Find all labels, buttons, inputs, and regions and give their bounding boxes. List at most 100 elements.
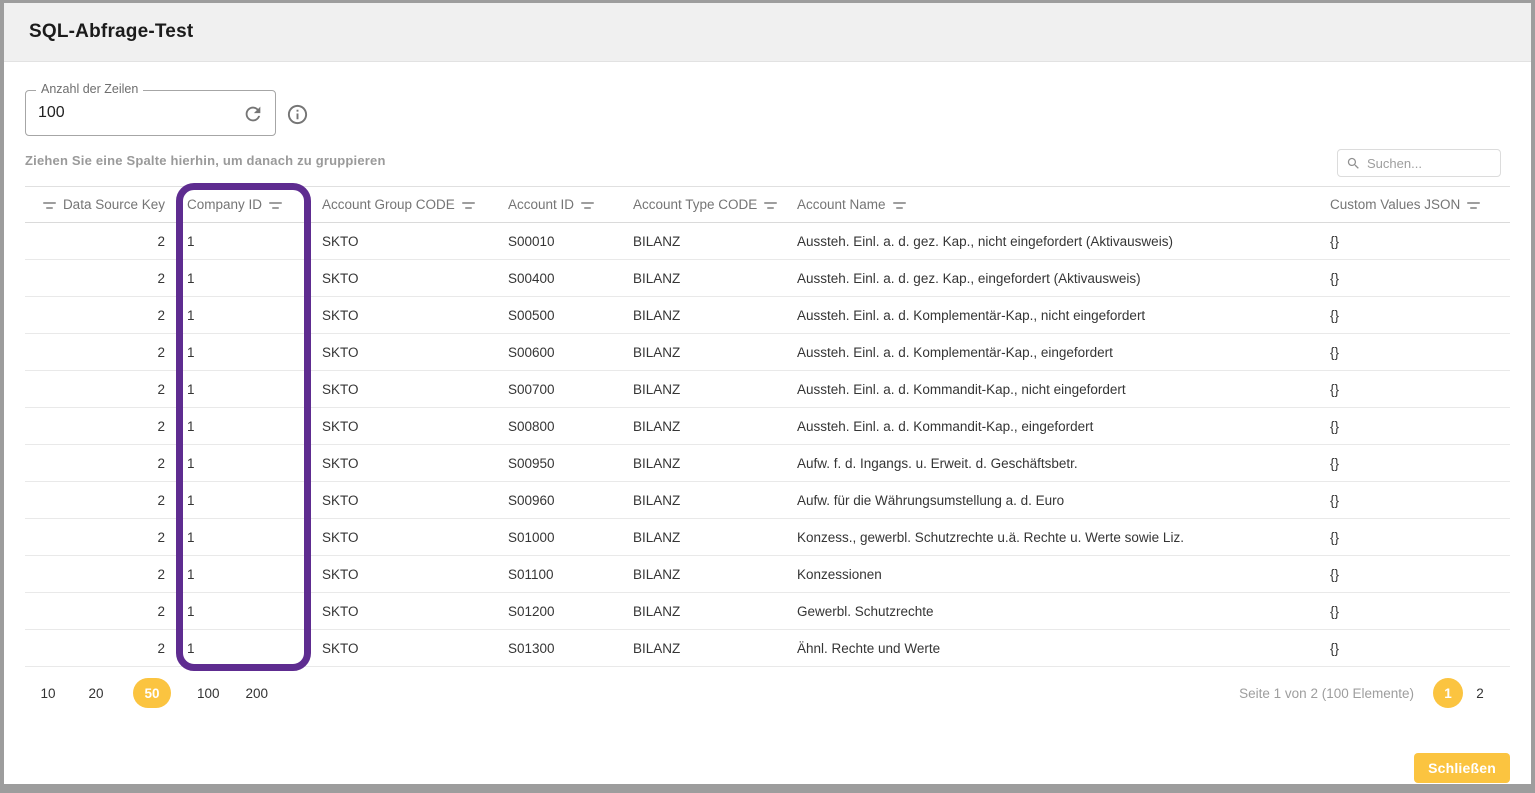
table-row[interactable]: 21SKTOS00600BILANZAussteh. Einl. a. d. K… — [25, 334, 1510, 371]
column-header-label: Account Type CODE — [633, 197, 757, 212]
cell-accountTypeCode: BILANZ — [622, 223, 786, 259]
cell-accountGroupCode: SKTO — [311, 334, 497, 370]
cell-customValuesJson: {} — [1319, 334, 1510, 370]
cell-accountId: S01000 — [497, 519, 622, 555]
info-icon[interactable] — [285, 102, 309, 126]
cell-accountTypeCode: BILANZ — [622, 260, 786, 296]
table-row[interactable]: 21SKTOS00010BILANZAussteh. Einl. a. d. g… — [25, 223, 1510, 260]
page-size-option-200[interactable]: 200 — [246, 678, 269, 708]
cell-accountTypeCode: BILANZ — [622, 630, 786, 666]
column-header-companyId[interactable]: Company ID — [176, 187, 311, 222]
cell-dataSourceKey: 2 — [25, 482, 176, 518]
column-header-dataSourceKey[interactable]: Data Source Key — [25, 187, 176, 222]
cell-customValuesJson: {} — [1319, 630, 1510, 666]
column-header-accountTypeCode[interactable]: Account Type CODE — [622, 187, 786, 222]
cell-accountId: S00600 — [497, 334, 622, 370]
close-button[interactable]: Schließen — [1414, 753, 1510, 783]
cell-accountGroupCode: SKTO — [311, 371, 497, 407]
cell-dataSourceKey: 2 — [25, 593, 176, 629]
cell-customValuesJson: {} — [1319, 556, 1510, 592]
table-row[interactable]: 21SKTOS01000BILANZKonzess., gewerbl. Sch… — [25, 519, 1510, 556]
title-bar: SQL-Abfrage-Test — [4, 3, 1531, 62]
column-header-label: Account Name — [797, 197, 886, 212]
page-numbers: 12 — [1431, 678, 1495, 708]
table-row[interactable]: 21SKTOS00500BILANZAussteh. Einl. a. d. K… — [25, 297, 1510, 334]
page-size-option-10[interactable]: 10 — [37, 678, 59, 708]
cell-customValuesJson: {} — [1319, 371, 1510, 407]
column-header-label: Account Group CODE — [322, 197, 455, 212]
table-row[interactable]: 21SKTOS01200BILANZGewerbl. Schutzrechte{… — [25, 593, 1510, 630]
table-row[interactable]: 21SKTOS00960BILANZAufw. für die Währungs… — [25, 482, 1510, 519]
cell-accountName: Aufw. für die Währungsumstellung a. d. E… — [786, 482, 1319, 518]
cell-companyId: 1 — [176, 371, 311, 407]
filter-icon[interactable] — [581, 200, 594, 209]
column-header-label: Account ID — [508, 197, 574, 212]
table-row[interactable]: 21SKTOS00400BILANZAussteh. Einl. a. d. g… — [25, 260, 1510, 297]
cell-dataSourceKey: 2 — [25, 223, 176, 259]
pager: Seite 1 von 2 (100 Elemente) 12 — [1239, 678, 1495, 708]
table-row[interactable]: 21SKTOS01100BILANZKonzessionen{} — [25, 556, 1510, 593]
dialog-window: SQL-Abfrage-Test Anzahl der Zeilen Ziehe… — [4, 3, 1531, 784]
table-row[interactable]: 21SKTOS00950BILANZAufw. f. d. Ingangs. u… — [25, 445, 1510, 482]
column-header-accountGroupCode[interactable]: Account Group CODE — [311, 187, 497, 222]
filter-icon[interactable] — [893, 200, 906, 209]
row-count-input[interactable] — [26, 104, 226, 122]
cell-accountId: S00950 — [497, 445, 622, 481]
cell-dataSourceKey: 2 — [25, 297, 176, 333]
cell-companyId: 1 — [176, 630, 311, 666]
cell-accountGroupCode: SKTO — [311, 223, 497, 259]
cell-companyId: 1 — [176, 408, 311, 444]
cell-accountGroupCode: SKTO — [311, 445, 497, 481]
page-size-option-20[interactable]: 20 — [85, 678, 107, 708]
row-count-field[interactable]: Anzahl der Zeilen — [25, 90, 276, 136]
filter-icon[interactable] — [764, 200, 777, 209]
cell-accountTypeCode: BILANZ — [622, 297, 786, 333]
cell-accountGroupCode: SKTO — [311, 297, 497, 333]
cell-companyId: 1 — [176, 334, 311, 370]
cell-customValuesJson: {} — [1319, 482, 1510, 518]
filter-icon[interactable] — [1467, 200, 1480, 209]
cell-accountTypeCode: BILANZ — [622, 482, 786, 518]
page-size-option-100[interactable]: 100 — [197, 678, 220, 708]
filter-icon[interactable] — [269, 200, 282, 209]
search-box[interactable] — [1337, 149, 1501, 177]
cell-companyId: 1 — [176, 482, 311, 518]
data-grid: Data Source KeyCompany ID Account Group C… — [25, 186, 1510, 667]
cell-accountGroupCode: SKTO — [311, 593, 497, 629]
cell-accountName: Aussteh. Einl. a. d. Kommandit-Kap., nic… — [786, 371, 1319, 407]
cell-dataSourceKey: 2 — [25, 630, 176, 666]
page-number-1[interactable]: 1 — [1433, 678, 1463, 708]
cell-dataSourceKey: 2 — [25, 519, 176, 555]
column-header-accountId[interactable]: Account ID — [497, 187, 622, 222]
cell-companyId: 1 — [176, 593, 311, 629]
cell-companyId: 1 — [176, 556, 311, 592]
cell-accountId: S00500 — [497, 297, 622, 333]
page-size-option-50[interactable]: 50 — [133, 678, 171, 708]
filter-icon[interactable] — [43, 200, 56, 209]
cell-companyId: 1 — [176, 223, 311, 259]
refresh-icon[interactable] — [241, 102, 265, 126]
cell-accountName: Aussteh. Einl. a. d. Komplementär-Kap., … — [786, 334, 1319, 370]
table-row[interactable]: 21SKTOS00800BILANZAussteh. Einl. a. d. K… — [25, 408, 1510, 445]
column-header-customValuesJson[interactable]: Custom Values JSON — [1319, 187, 1510, 222]
cell-accountId: S01200 — [497, 593, 622, 629]
column-header-accountName[interactable]: Account Name — [786, 187, 1319, 222]
cell-dataSourceKey: 2 — [25, 334, 176, 370]
cell-accountName: Konzessionen — [786, 556, 1319, 592]
cell-accountGroupCode: SKTO — [311, 482, 497, 518]
cell-accountGroupCode: SKTO — [311, 260, 497, 296]
page-title: SQL-Abfrage-Test — [29, 21, 193, 43]
table-row[interactable]: 21SKTOS00700BILANZAussteh. Einl. a. d. K… — [25, 371, 1510, 408]
cell-customValuesJson: {} — [1319, 223, 1510, 259]
table-row[interactable]: 21SKTOS01300BILANZÄhnl. Rechte und Werte… — [25, 630, 1510, 667]
search-input[interactable] — [1367, 156, 1487, 171]
filter-icon[interactable] — [462, 200, 475, 209]
cell-companyId: 1 — [176, 445, 311, 481]
cell-accountName: Ähnl. Rechte und Werte — [786, 630, 1319, 666]
cell-accountName: Aussteh. Einl. a. d. Kommandit-Kap., ein… — [786, 408, 1319, 444]
page-size-selector: 10 20 50 100 200 — [37, 678, 268, 708]
table-body: 21SKTOS00010BILANZAussteh. Einl. a. d. g… — [25, 223, 1510, 667]
page-number-2[interactable]: 2 — [1465, 678, 1495, 708]
cell-accountId: S00400 — [497, 260, 622, 296]
cell-customValuesJson: {} — [1319, 593, 1510, 629]
